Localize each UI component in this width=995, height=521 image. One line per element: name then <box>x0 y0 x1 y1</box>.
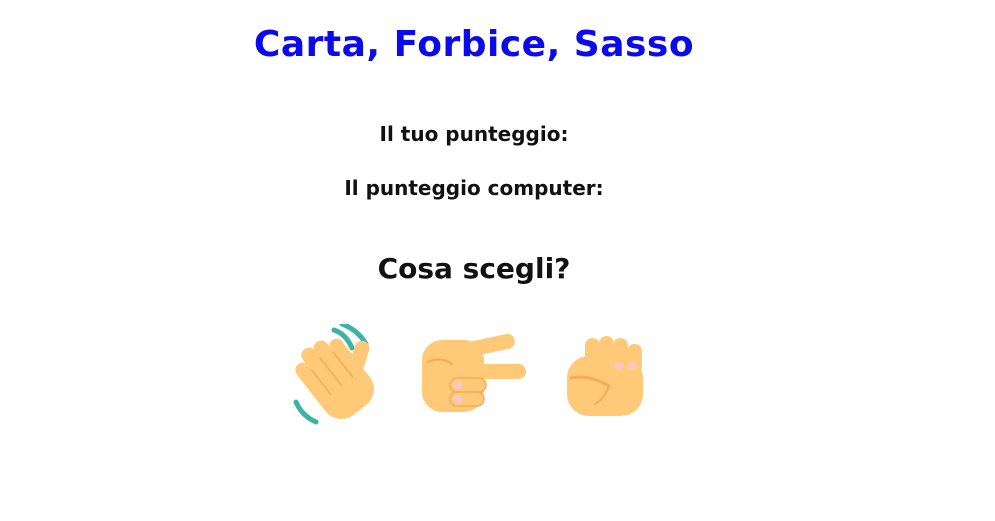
rock-choice-button[interactable] <box>565 334 649 418</box>
game-page: Carta, Forbice, Sasso Il tuo punteggio: … <box>0 0 995 521</box>
scissors-choice-button[interactable] <box>420 334 530 414</box>
horizontal-v-sign-hand-icon <box>422 334 526 412</box>
choice-buttons <box>0 322 995 432</box>
paper-choice-button[interactable] <box>286 324 398 430</box>
raised-fist-icon <box>567 336 643 416</box>
computer-score-label: Il punteggio computer: <box>344 176 604 200</box>
page-title: Carta, Forbice, Sasso <box>253 24 695 65</box>
waving-hand-icon <box>293 324 374 425</box>
choice-prompt: Cosa scegli? <box>377 252 571 285</box>
player-score-label: Il tuo punteggio: <box>379 122 569 146</box>
